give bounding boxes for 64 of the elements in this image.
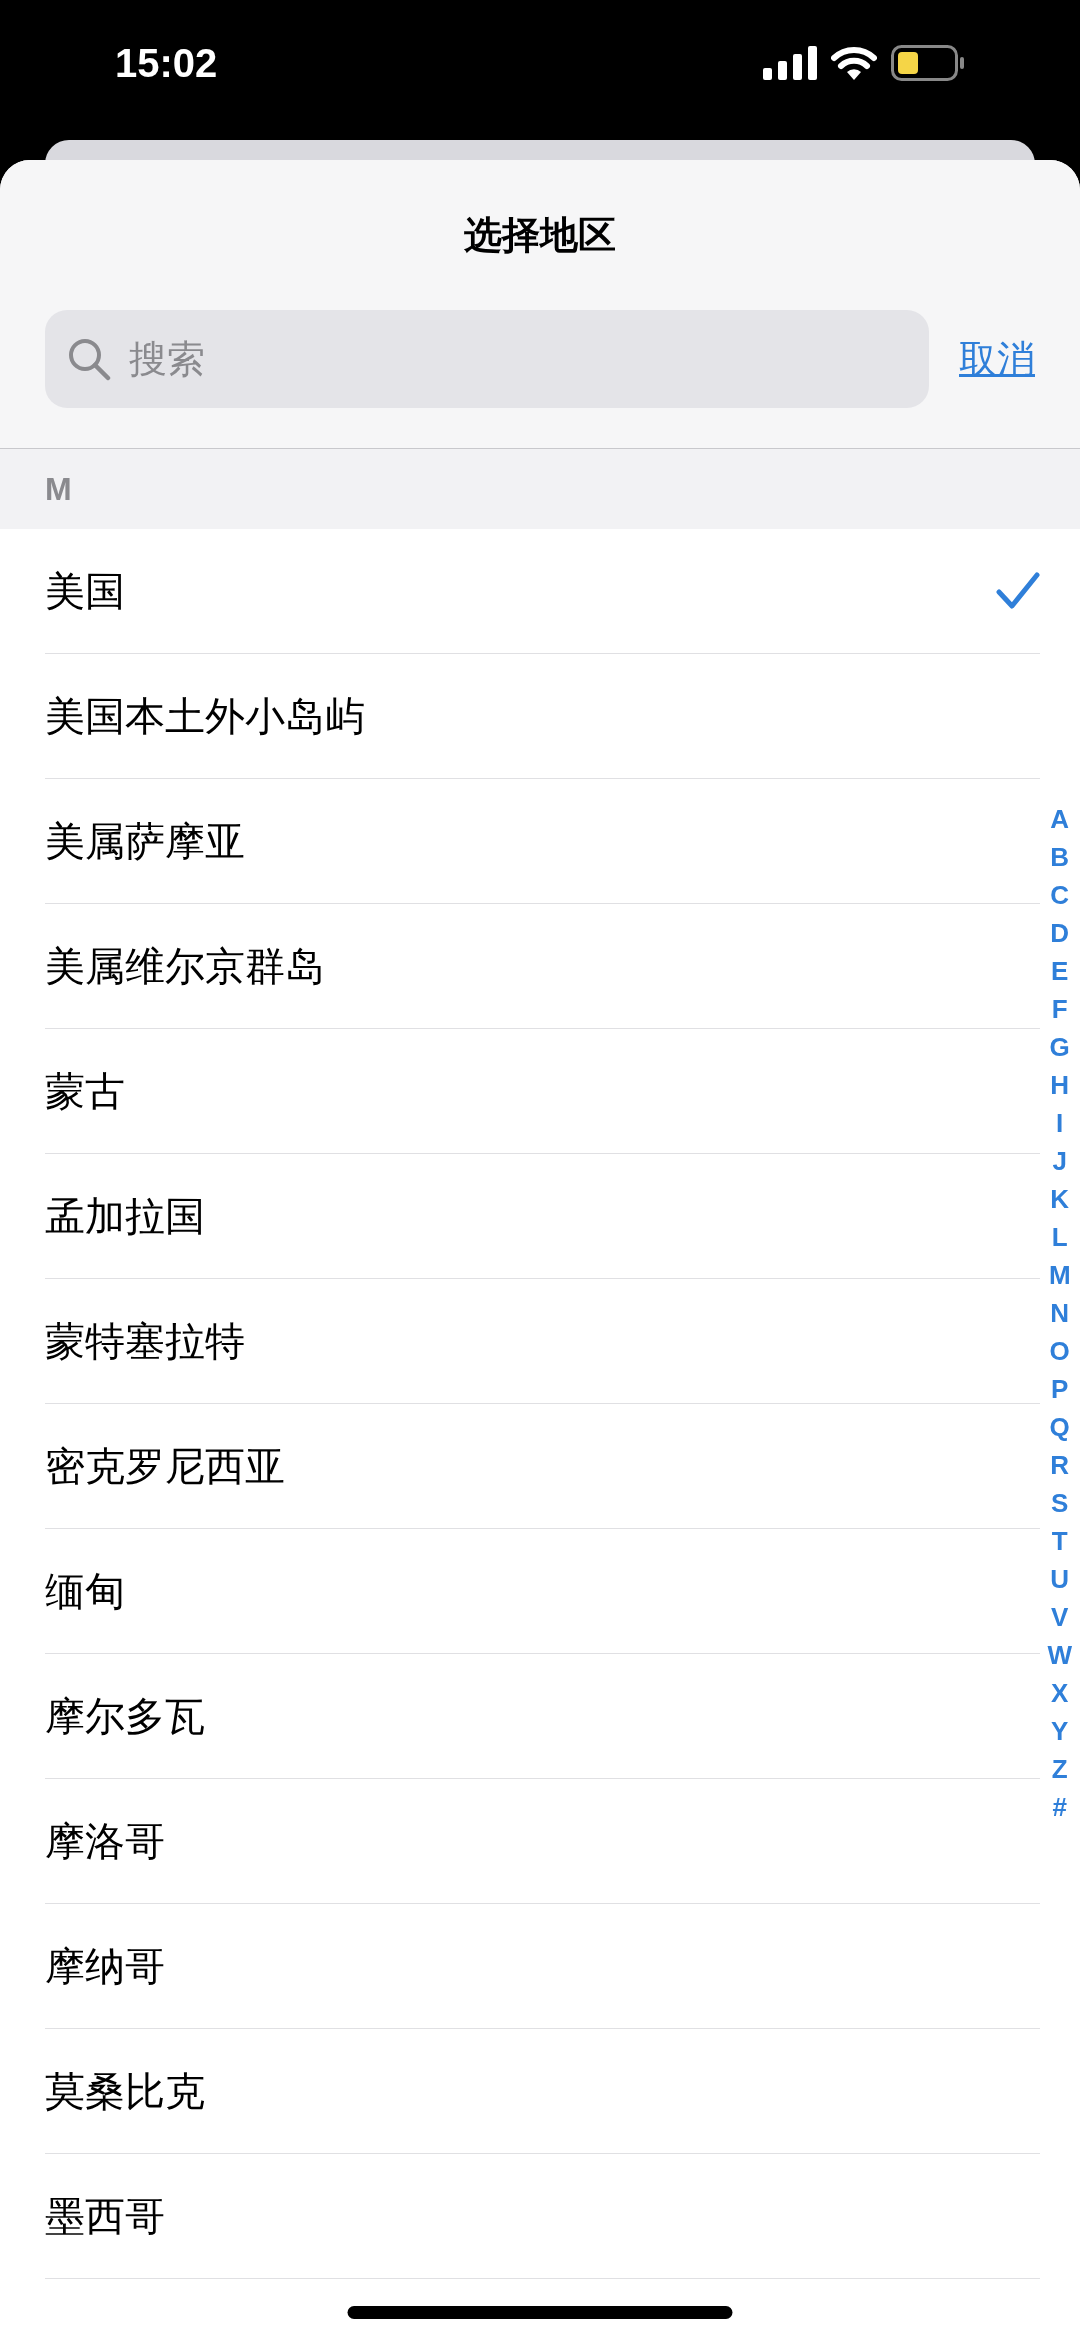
region-name: 蒙古: [45, 1068, 125, 1115]
index-letter[interactable]: M: [1048, 1256, 1071, 1294]
index-letter[interactable]: U: [1050, 1560, 1070, 1598]
status-time: 15:02: [115, 40, 218, 87]
cancel-link[interactable]: 取消: [959, 330, 1035, 388]
index-letter[interactable]: D: [1050, 914, 1070, 952]
region-name: 美属维尔京群岛: [45, 943, 325, 990]
index-letter[interactable]: I: [1056, 1104, 1064, 1142]
region-name: 缅甸: [45, 1568, 125, 1615]
section-letter: M: [45, 470, 72, 509]
index-letter[interactable]: O: [1049, 1332, 1070, 1370]
index-letter[interactable]: Y: [1051, 1712, 1069, 1750]
index-letter[interactable]: Q: [1049, 1408, 1070, 1446]
region-row[interactable]: 孟加拉国: [45, 1154, 1040, 1279]
index-letter[interactable]: X: [1051, 1674, 1069, 1712]
search-field[interactable]: 搜索: [45, 310, 929, 408]
region-name: 美属萨摩亚: [45, 818, 245, 865]
index-letter[interactable]: S: [1051, 1484, 1069, 1522]
index-letter[interactable]: Z: [1051, 1750, 1068, 1788]
index-letter[interactable]: W: [1047, 1636, 1072, 1674]
region-row[interactable]: 美属维尔京群岛: [45, 904, 1040, 1029]
index-letter[interactable]: K: [1050, 1180, 1070, 1218]
index-letter[interactable]: F: [1051, 990, 1068, 1028]
index-letter[interactable]: C: [1050, 876, 1070, 914]
region-name: 摩纳哥: [45, 1943, 165, 1990]
index-letter[interactable]: E: [1051, 952, 1069, 990]
region-name: 密克罗尼西亚: [45, 1443, 285, 1490]
index-letter[interactable]: L: [1051, 1218, 1068, 1256]
search-icon: [67, 337, 111, 381]
region-row[interactable]: 摩纳哥: [45, 1904, 1040, 2029]
index-letter[interactable]: H: [1050, 1066, 1070, 1104]
sheet-title: 选择地区: [464, 212, 616, 258]
index-letter[interactable]: T: [1051, 1522, 1068, 1560]
region-name: 墨西哥: [45, 2193, 165, 2240]
index-letter[interactable]: B: [1050, 838, 1070, 876]
index-letter[interactable]: P: [1051, 1370, 1069, 1408]
signal-icon: [763, 46, 817, 80]
region-name: 莫桑比克: [45, 2068, 205, 2115]
region-row[interactable]: 美国: [45, 529, 1040, 654]
index-letter[interactable]: V: [1051, 1598, 1069, 1636]
region-name: 美国: [45, 568, 125, 615]
region-row[interactable]: 摩洛哥: [45, 1779, 1040, 1904]
index-letter[interactable]: R: [1050, 1446, 1070, 1484]
region-name: 摩尔多瓦: [45, 1693, 205, 1740]
battery-icon: [891, 45, 965, 81]
region-row[interactable]: 墨西哥: [45, 2154, 1040, 2279]
region-row[interactable]: 蒙古: [45, 1029, 1040, 1154]
region-row[interactable]: 密克罗尼西亚: [45, 1404, 1040, 1529]
index-letter[interactable]: G: [1049, 1028, 1070, 1066]
index-letter[interactable]: A: [1050, 800, 1070, 838]
region-row[interactable]: 美国本土外小岛屿: [45, 654, 1040, 779]
region-name: 摩洛哥: [45, 1818, 165, 1865]
wifi-icon: [831, 46, 877, 80]
region-name: 孟加拉国: [45, 1193, 205, 1240]
region-row[interactable]: 缅甸: [45, 1529, 1040, 1654]
index-letter[interactable]: N: [1050, 1294, 1070, 1332]
region-row[interactable]: 摩尔多瓦: [45, 1654, 1040, 1779]
index-letter[interactable]: J: [1052, 1142, 1067, 1180]
region-row[interactable]: 莫桑比克: [45, 2029, 1040, 2154]
region-row[interactable]: 蒙特塞拉特: [45, 1279, 1040, 1404]
index-letter[interactable]: #: [1052, 1788, 1067, 1826]
region-name: 美国本土外小岛屿: [45, 693, 365, 740]
region-name: 蒙特塞拉特: [45, 1318, 245, 1365]
region-row[interactable]: 美属萨摩亚: [45, 779, 1040, 904]
